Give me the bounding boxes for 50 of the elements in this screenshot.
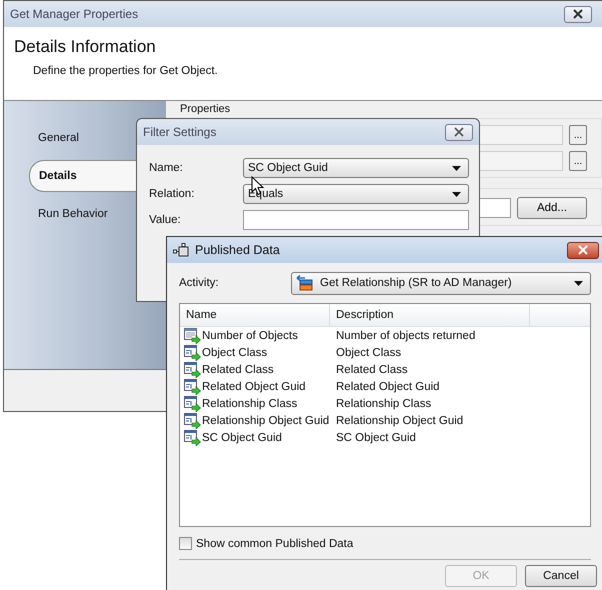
dialog-title: Published Data bbox=[195, 243, 281, 257]
relationship-icon bbox=[296, 275, 314, 291]
dialog-title: Filter Settings bbox=[143, 125, 218, 139]
field-label: Value: bbox=[149, 214, 182, 226]
text-arrow-icon bbox=[184, 378, 201, 394]
text-arrow-icon bbox=[184, 412, 201, 428]
text-arrow-icon bbox=[184, 396, 201, 412]
text-arrow-icon bbox=[184, 344, 201, 360]
table-cell-text: Relationship Class bbox=[335, 398, 432, 410]
table-arrow-icon bbox=[184, 328, 201, 344]
window-title: Get Manager Properties bbox=[10, 7, 140, 21]
table-cell-text: Number of objects returned bbox=[335, 330, 476, 342]
header-subtitle: Define the properties for Get Object. bbox=[33, 65, 219, 77]
browse-button[interactable]: ... bbox=[569, 125, 587, 145]
browse-button[interactable]: ... bbox=[569, 151, 587, 171]
activity-dropdown[interactable]: Get Relationship (SR to AD Manager) bbox=[291, 272, 591, 294]
column-header[interactable]: Name bbox=[180, 304, 330, 326]
dropdown-arrow-icon bbox=[452, 166, 461, 170]
close-button[interactable] bbox=[564, 6, 592, 22]
list-item[interactable]: Number of Objects bbox=[180, 328, 330, 344]
text-arrow-icon bbox=[184, 362, 201, 378]
header-title: Details Information bbox=[14, 37, 157, 57]
column-header[interactable]: Description bbox=[330, 304, 530, 326]
list-item[interactable]: SC Object Guid bbox=[180, 430, 330, 446]
dropdown[interactable]: SC Object Guid bbox=[243, 158, 469, 178]
list-item[interactable]: Related Object Guid bbox=[180, 378, 330, 394]
table-cell-text: Related Class bbox=[335, 364, 409, 376]
table-cell-text: Related Object Guid bbox=[335, 380, 441, 392]
dropdown-arrow-icon bbox=[452, 192, 461, 196]
close-icon bbox=[573, 9, 583, 19]
table-cell-text: Relationship Object Guid bbox=[335, 414, 464, 426]
list-item[interactable]: Relationship Class bbox=[180, 396, 330, 412]
dropdown-arrow-icon bbox=[574, 280, 583, 286]
list-item[interactable]: Related Class bbox=[180, 362, 330, 378]
list-item[interactable]: Relationship Object Guid bbox=[180, 412, 330, 428]
field-label: Activity: bbox=[179, 277, 220, 289]
close-icon bbox=[454, 127, 464, 137]
show-common-checkbox[interactable]: Show common Published Data bbox=[179, 537, 591, 550]
network-icon bbox=[173, 243, 189, 257]
close-icon bbox=[578, 245, 588, 255]
list-item[interactable]: Object Class bbox=[180, 344, 330, 360]
table-cell-text: Object Class bbox=[335, 346, 402, 358]
add-button[interactable]: Add... bbox=[517, 197, 587, 219]
input-field[interactable] bbox=[243, 210, 469, 230]
table-cell-text: SC Object Guid bbox=[335, 432, 417, 444]
group-label: Properties bbox=[180, 103, 232, 116]
close-button[interactable] bbox=[567, 242, 599, 258]
text-arrow-icon bbox=[184, 430, 201, 446]
dialog-button[interactable]: Cancel bbox=[525, 565, 597, 587]
close-button[interactable] bbox=[445, 124, 473, 140]
